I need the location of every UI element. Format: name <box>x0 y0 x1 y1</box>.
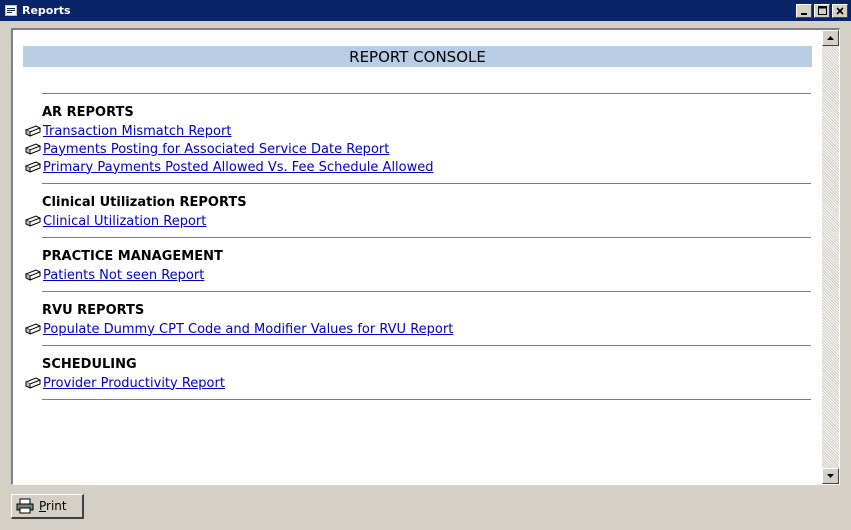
maximize-icon[interactable] <box>814 3 830 18</box>
report-item[interactable]: Provider Productivity Report <box>25 375 225 391</box>
report-console-panel: REPORT CONSOLE AR REPORTS Transaction Mi… <box>11 28 840 485</box>
reports-window-icon[interactable] <box>4 5 18 17</box>
report-link-populate-dummy-cpt[interactable]: Populate Dummy CPT Code and Modifier Val… <box>43 322 453 337</box>
console-header: REPORT CONSOLE <box>23 46 812 67</box>
section-divider <box>42 399 811 400</box>
section-title-ar-reports: AR REPORTS <box>42 105 134 120</box>
report-item[interactable]: Primary Payments Posted Allowed Vs. Fee … <box>25 159 434 175</box>
section-divider <box>42 93 811 94</box>
vertical-scrollbar[interactable] <box>822 30 839 484</box>
report-item[interactable]: Populate Dummy CPT Code and Modifier Val… <box>25 321 453 337</box>
section-title-clinical-utilization: Clinical Utilization REPORTS <box>42 195 247 210</box>
report-link-patients-not-seen[interactable]: Patients Not seen Report <box>43 268 204 283</box>
report-link-icon <box>25 125 41 137</box>
section-divider <box>42 183 811 184</box>
report-link-icon <box>25 269 41 281</box>
print-button-label: Print <box>39 499 67 513</box>
printer-icon <box>16 498 34 514</box>
report-console-content: REPORT CONSOLE AR REPORTS Transaction Mi… <box>13 30 821 484</box>
print-button[interactable]: Print <box>11 494 84 519</box>
scroll-up-icon[interactable] <box>822 30 839 46</box>
report-link-provider-productivity[interactable]: Provider Productivity Report <box>43 376 225 391</box>
report-item[interactable]: Patients Not seen Report <box>25 267 204 283</box>
report-link-payments-posting[interactable]: Payments Posting for Associated Service … <box>43 142 389 157</box>
close-icon[interactable] <box>832 3 848 18</box>
section-divider <box>42 291 811 292</box>
report-link-icon <box>25 161 41 173</box>
section-title-rvu-reports: RVU REPORTS <box>42 303 145 318</box>
report-link-icon <box>25 377 41 389</box>
scroll-down-icon[interactable] <box>822 468 839 484</box>
report-link-clinical-utilization[interactable]: Clinical Utilization Report <box>43 214 206 229</box>
section-divider <box>42 345 811 346</box>
window-titlebar[interactable]: Reports <box>0 0 851 21</box>
section-divider <box>42 237 811 238</box>
section-title-scheduling: SCHEDULING <box>42 357 137 372</box>
report-item[interactable]: Clinical Utilization Report <box>25 213 206 229</box>
section-title-practice-management: PRACTICE MANAGEMENT <box>42 249 223 264</box>
report-link-icon <box>25 323 41 335</box>
report-link-icon <box>25 143 41 155</box>
report-link-primary-payments-allowed[interactable]: Primary Payments Posted Allowed Vs. Fee … <box>43 160 434 175</box>
window-title: Reports <box>22 4 71 17</box>
minimize-icon[interactable] <box>796 3 812 18</box>
report-item[interactable]: Payments Posting for Associated Service … <box>25 141 389 157</box>
report-link-transaction-mismatch[interactable]: Transaction Mismatch Report <box>43 124 231 139</box>
report-link-icon <box>25 215 41 227</box>
report-item[interactable]: Transaction Mismatch Report <box>25 123 231 139</box>
